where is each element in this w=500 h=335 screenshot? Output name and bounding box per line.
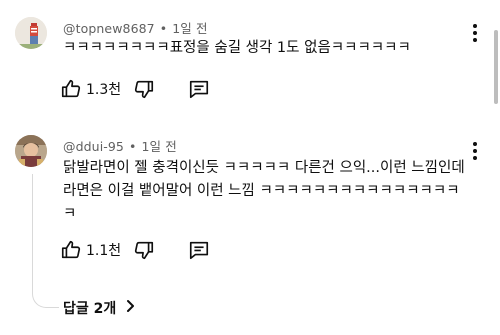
scrollbar[interactable] [494,30,498,104]
more-vertical-icon [472,142,478,160]
comment-meta: @ddui-95 • 1일 전 [63,136,177,155]
comment-item: @ddui-95 • 1일 전 닭발라면이 젤 충격이신듯 ㅋㅋㅋㅋㅋ 다른건 으익… [0,126,500,335]
dislike-button[interactable] [133,239,155,261]
thread-connector [32,174,59,308]
thumbs-up-icon [61,79,81,98]
more-options-button[interactable] [472,142,478,160]
avatar-image [15,17,47,49]
comment-actions: 1.3천 [60,77,210,101]
chevron-right-icon [126,299,136,317]
like-button[interactable] [60,239,82,261]
thumbs-down-icon [135,80,154,99]
avatar-image [15,135,47,167]
comment-bubble-icon [190,241,209,260]
more-options-button[interactable] [472,24,478,42]
dislike-button[interactable] [133,78,155,100]
reply-button[interactable] [188,239,210,261]
separator-dot: • [159,21,168,36]
more-vertical-icon [472,24,478,42]
thumbs-down-icon [135,241,154,260]
reply-button[interactable] [188,78,210,100]
avatar[interactable] [15,135,47,167]
comment-text: 닭발라면이 젤 충격이신듯 ㅋㅋㅋㅋㅋ 다른건 으익...이런 느낌인데 라면은… [63,160,465,222]
like-count: 1.1천 [86,243,122,259]
like-button[interactable] [60,78,82,100]
comment-bubble-icon [190,80,209,99]
author-handle[interactable]: @topnew8687 [63,21,155,36]
comment-actions: 1.1천 [60,238,210,262]
comment-meta: @topnew8687 • 1일 전 [63,18,208,37]
view-replies-button[interactable]: 답글 2개 [63,298,136,318]
comment-item: @topnew8687 • 1일 전 ㅋㅋㅋㅋㅋㅋㅋㅋ표정을 숨길 생각 1도 없음… [0,0,500,126]
comment-time[interactable]: 1일 전 [141,139,176,154]
author-handle[interactable]: @ddui-95 [63,139,124,154]
thumbs-up-icon [61,240,81,259]
replies-label: 답글 2개 [63,301,117,317]
comment-text: ㅋㅋㅋㅋㅋㅋㅋㅋ표정을 숨길 생각 1도 없음ㅋㅋㅋㅋㅋㅋ [63,40,411,56]
comment-time[interactable]: 1일 전 [172,21,207,36]
like-count: 1.3천 [86,82,122,98]
separator-dot: • [128,139,137,154]
avatar[interactable] [15,17,47,49]
